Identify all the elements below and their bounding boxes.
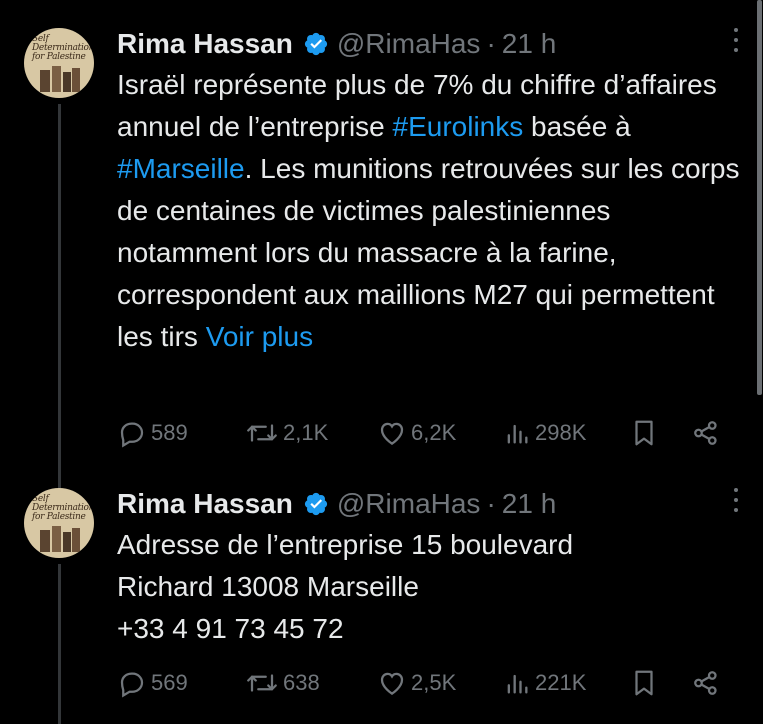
action-bar: 589 2,1K 6,2K 298K bbox=[117, 418, 737, 454]
reply-count: 589 bbox=[151, 420, 188, 445]
views-icon bbox=[507, 674, 528, 694]
timestamp[interactable]: 21 h bbox=[502, 488, 557, 520]
avatar[interactable]: Self Determination for Palestine bbox=[24, 28, 94, 98]
reply-count: 569 bbox=[151, 670, 188, 695]
scrollbar-thumb[interactable] bbox=[757, 0, 762, 395]
share-icon bbox=[694, 421, 717, 445]
author-name[interactable]: Rima Hassan bbox=[117, 28, 293, 60]
action-bar: 569 638 2,5K 221K bbox=[117, 668, 737, 704]
text-segment: basée à bbox=[523, 111, 631, 142]
tweet-content: Rima Hassan @RimaHas · 21 h Israël repré… bbox=[117, 24, 745, 358]
share-icon bbox=[694, 671, 717, 695]
bookmark-button[interactable] bbox=[631, 418, 657, 448]
share-button[interactable] bbox=[691, 418, 721, 448]
views-icon bbox=[507, 424, 528, 444]
tweet-content: Rima Hassan @RimaHas · 21 h Adresse de l… bbox=[117, 484, 745, 650]
author-handle[interactable]: @RimaHas bbox=[337, 488, 481, 520]
avatar-figures-icon bbox=[40, 526, 80, 552]
views-button[interactable]: 221K bbox=[503, 668, 586, 698]
like-count: 2,5K bbox=[411, 670, 457, 695]
views-button[interactable]: 298K bbox=[503, 418, 586, 448]
reply-icon bbox=[120, 422, 144, 448]
separator-dot: · bbox=[486, 488, 496, 519]
more-icon[interactable] bbox=[733, 28, 739, 52]
phone-number: +33 4 91 73 45 72 bbox=[117, 613, 344, 644]
bookmark-button[interactable] bbox=[631, 668, 657, 698]
scrollbar[interactable] bbox=[756, 0, 763, 720]
views-count: 221K bbox=[535, 670, 587, 695]
hashtag-link[interactable]: #Marseille bbox=[117, 153, 245, 184]
repost-button[interactable]: 638 bbox=[245, 668, 320, 698]
tweet[interactable]: Self Determination for Palestine Rima Ha… bbox=[0, 18, 755, 504]
repost-icon bbox=[247, 424, 277, 442]
repost-count: 2,1K bbox=[283, 420, 329, 445]
like-button[interactable]: 2,5K bbox=[377, 668, 456, 698]
tweet-header: Rima Hassan @RimaHas · 21 h bbox=[117, 24, 745, 64]
thread-line bbox=[58, 564, 61, 724]
like-count: 6,2K bbox=[411, 420, 457, 445]
verified-badge-icon bbox=[303, 491, 329, 517]
bookmark-icon bbox=[635, 420, 653, 446]
verified-badge-icon bbox=[303, 31, 329, 57]
more-icon[interactable] bbox=[733, 488, 739, 512]
like-button[interactable]: 6,2K bbox=[377, 418, 456, 448]
share-button[interactable] bbox=[691, 668, 721, 698]
avatar-logo-text: Self Determination for Palestine bbox=[32, 494, 94, 522]
show-more-link[interactable]: Voir plus bbox=[206, 321, 313, 352]
avatar[interactable]: Self Determination for Palestine bbox=[24, 488, 94, 558]
like-icon bbox=[380, 672, 404, 695]
avatar-figures-icon bbox=[40, 66, 80, 92]
text-line: Adresse de l’entreprise 15 boulevard Ric… bbox=[117, 529, 574, 602]
tweet[interactable]: Self Determination for Palestine Rima Ha… bbox=[0, 478, 755, 724]
hashtag-link[interactable]: #Eurolinks bbox=[393, 111, 524, 142]
reply-icon bbox=[120, 672, 144, 698]
reply-button[interactable]: 589 bbox=[117, 418, 188, 448]
author-name[interactable]: Rima Hassan bbox=[117, 488, 293, 520]
repost-icon bbox=[247, 674, 277, 692]
separator-dot: · bbox=[486, 28, 496, 59]
timestamp[interactable]: 21 h bbox=[502, 28, 557, 60]
tweet-header: Rima Hassan @RimaHas · 21 h bbox=[117, 484, 745, 524]
author-handle[interactable]: @RimaHas bbox=[337, 28, 481, 60]
bookmark-icon bbox=[635, 670, 653, 696]
tweet-text: Israël représente plus de 7% du chiffre … bbox=[117, 64, 747, 358]
repost-button[interactable]: 2,1K bbox=[245, 418, 328, 448]
repost-count: 638 bbox=[283, 670, 320, 695]
like-icon bbox=[380, 422, 404, 445]
reply-button[interactable]: 569 bbox=[117, 668, 188, 698]
views-count: 298K bbox=[535, 420, 587, 445]
avatar-logo-text: Self Determination for Palestine bbox=[32, 34, 94, 62]
tweet-text: Adresse de l’entreprise 15 boulevard Ric… bbox=[117, 524, 747, 650]
thread-line bbox=[58, 104, 61, 504]
